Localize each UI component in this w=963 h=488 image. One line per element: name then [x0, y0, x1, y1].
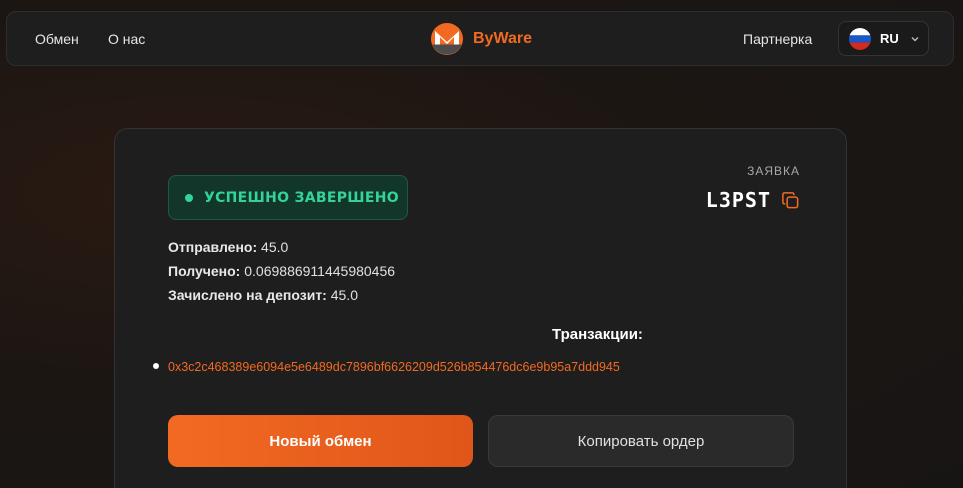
- sent-label: Отправлено:: [168, 239, 258, 255]
- transactions-title: Транзакции:: [552, 326, 643, 343]
- brand-name: ByWare: [473, 30, 532, 47]
- language-selector[interactable]: RU: [838, 21, 929, 56]
- brand[interactable]: ByWare: [431, 23, 532, 55]
- order-label: ЗАЯВКА: [747, 164, 800, 178]
- status-badge: УСПЕШНО ЗАВЕРШЕНО: [168, 175, 408, 220]
- received-line: Получено: 0.069886911445980456: [168, 263, 395, 279]
- status-dot: [185, 193, 193, 202]
- deposit-label: Зачислено на депозит:: [168, 287, 327, 303]
- top-navbar: Обмен О нас ByWare Партнерка RU: [6, 11, 954, 66]
- sent-line: Отправлено: 45.0: [168, 239, 288, 255]
- order-id: L3PST: [705, 188, 771, 212]
- nav-link-about[interactable]: О нас: [108, 12, 145, 67]
- chevron-down-icon: [911, 36, 919, 41]
- deposit-value: 45.0: [330, 287, 358, 303]
- list-bullet: [153, 363, 159, 369]
- monero-logo-icon: [431, 23, 463, 55]
- language-code: RU: [880, 31, 899, 46]
- received-label: Получено:: [168, 263, 241, 279]
- order-id-row: L3PST: [706, 188, 800, 212]
- transaction-hash-link[interactable]: 0x3c2c468389e6094e5e6489dc7896bf6626209d…: [168, 360, 620, 374]
- copy-order-button[interactable]: Копировать ордер: [488, 415, 794, 467]
- nav-link-exchange[interactable]: Обмен: [35, 12, 79, 67]
- nav-link-partner[interactable]: Партнерка: [743, 12, 812, 67]
- new-exchange-button[interactable]: Новый обмен: [168, 415, 473, 467]
- russia-flag-icon: [849, 27, 871, 50]
- copy-icon[interactable]: [781, 191, 800, 210]
- status-text: УСПЕШНО ЗАВЕРШЕНО: [204, 189, 399, 206]
- order-card: УСПЕШНО ЗАВЕРШЕНО ЗАЯВКА L3PST Отправлен…: [114, 128, 847, 488]
- received-value: 0.069886911445980456: [244, 263, 396, 279]
- deposit-line: Зачислено на депозит: 45.0: [168, 287, 358, 303]
- sent-value: 45.0: [261, 239, 289, 255]
